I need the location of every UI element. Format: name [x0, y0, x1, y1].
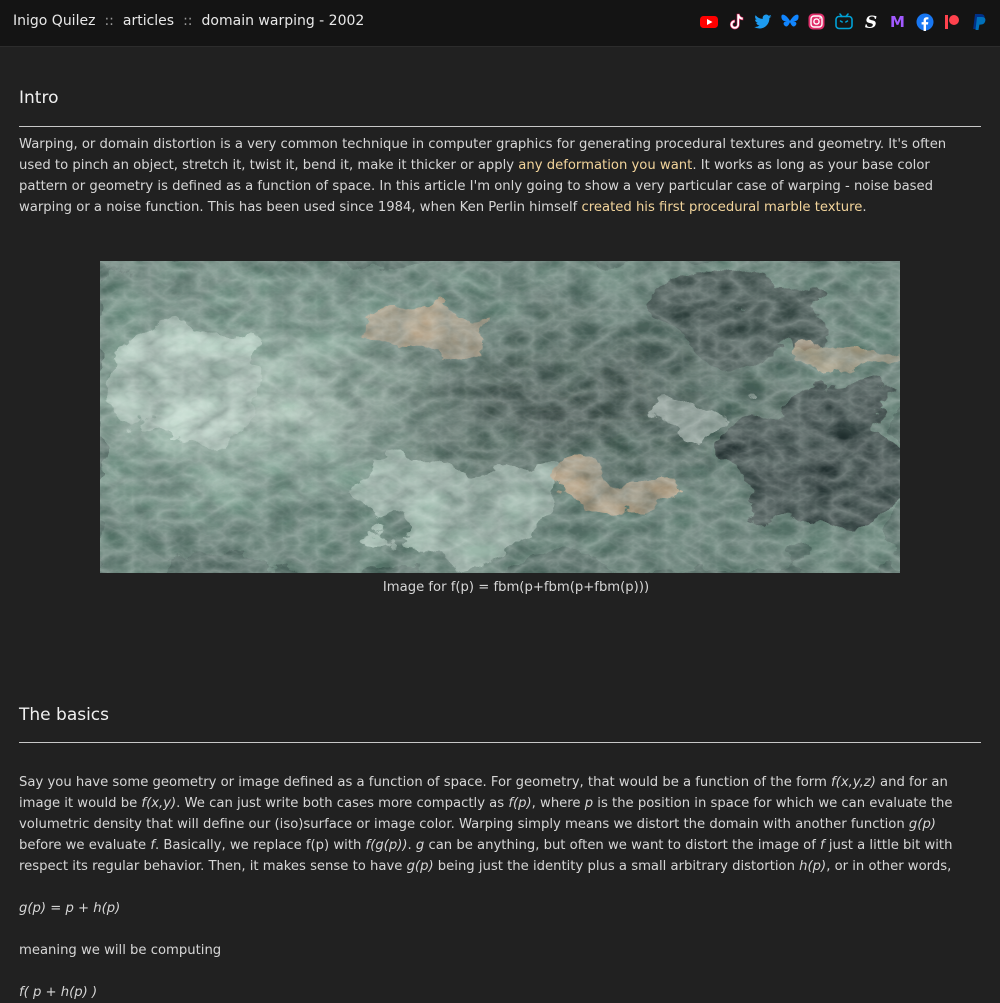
basics-paragraph: Say you have some geometry or image defi… [19, 772, 981, 877]
svg-text:M: M [890, 13, 905, 30]
social-links: S M [699, 12, 988, 31]
math-expression: f(x,y) [141, 796, 177, 811]
breadcrumb-separator: :: [104, 13, 114, 29]
breadcrumb-articles-link[interactable]: articles [123, 13, 174, 29]
basics-text: being just the identity plus a small arb… [433, 859, 800, 874]
section-divider [19, 742, 981, 743]
section-heading-basics: The basics [19, 705, 110, 725]
basics-text: . Basically, we replace f(p) with [154, 838, 366, 853]
tiktok-icon[interactable] [726, 12, 745, 31]
math-expression: g(p) [406, 859, 434, 874]
bilibili-icon[interactable] [834, 12, 853, 31]
top-bar: Inigo Quilez:: articles:: domain warping -… [0, 0, 1000, 47]
basics-text: meaning we will be computing [19, 943, 222, 958]
math-expression: g(p) [908, 817, 936, 832]
substack-icon[interactable]: S [861, 12, 880, 31]
bluesky-icon[interactable] [780, 12, 799, 31]
math-expression: f(x,y,z) [831, 775, 876, 790]
basics-text: , or in other words, [826, 859, 952, 874]
marble-texture-link[interactable]: created his first procedural marble text… [582, 200, 863, 215]
math-expression: f(p) [508, 796, 532, 811]
paypal-icon[interactable] [969, 12, 988, 31]
breadcrumb-home-link[interactable]: Inigo Quilez [13, 13, 95, 29]
deformation-link[interactable]: any deformation you want [518, 158, 692, 173]
section-heading-intro: Intro [19, 88, 59, 108]
basics-text: before we evaluate [19, 838, 151, 853]
math-expression: p [584, 796, 594, 811]
basics-text: . [407, 838, 416, 853]
svg-text:S: S [864, 13, 876, 31]
instagram-icon[interactable] [807, 12, 826, 31]
math-expression: f(g(p)) [365, 838, 408, 853]
medium-icon[interactable]: M [888, 12, 907, 31]
breadcrumb-separator: :: [183, 13, 193, 29]
basics-text: Say you have some geometry or image defi… [19, 775, 832, 790]
twitter-icon[interactable] [753, 12, 772, 31]
intro-text: . [862, 200, 867, 215]
youtube-icon[interactable] [699, 12, 718, 31]
breadcrumb-current-page: domain warping - 2002 [201, 13, 365, 29]
domain-warping-image [100, 261, 900, 573]
math-expression: g(p) = p + h(p) [19, 901, 121, 916]
patreon-icon[interactable] [942, 12, 961, 31]
formula-warp: g(p) = p + h(p) [19, 898, 981, 919]
math-expression: h(p) [799, 859, 827, 874]
basics-text: . We can just write both cases more comp… [176, 796, 509, 811]
math-expression: f( p + h(p) ) [19, 985, 98, 1000]
facebook-icon[interactable] [915, 12, 934, 31]
intro-paragraph: Warping, or domain distortion is a very … [19, 134, 981, 218]
breadcrumb: Inigo Quilez:: articles:: domain warping -… [13, 13, 364, 29]
basics-text: can be anything, but often we want to di… [424, 838, 821, 853]
basics-text: , where [531, 796, 585, 811]
section-divider [19, 126, 981, 127]
figure-caption: Image for f(p) = fbm(p+fbm(p+fbm(p))) [382, 580, 650, 595]
